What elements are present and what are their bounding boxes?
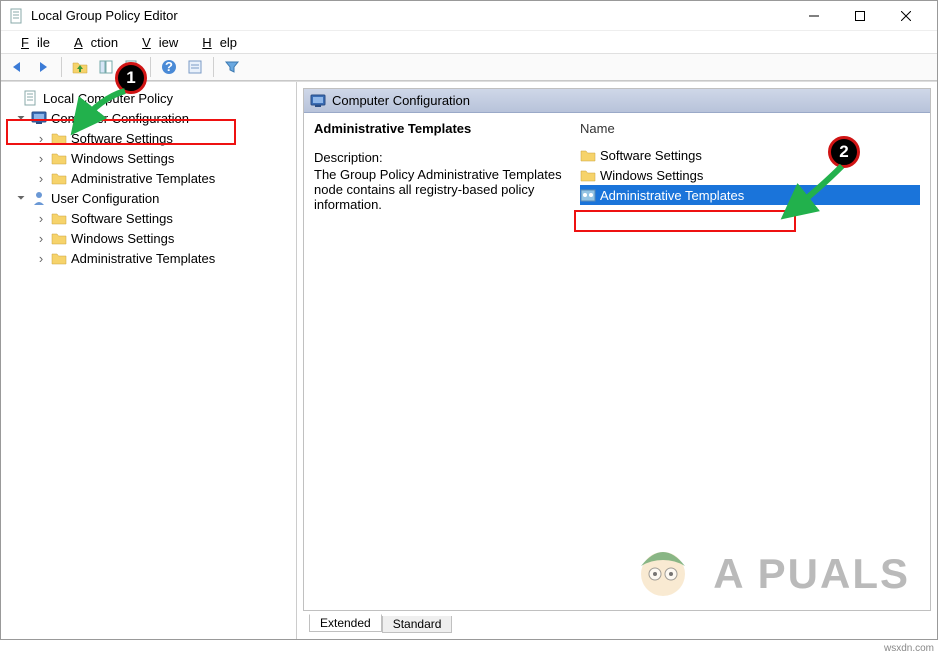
menu-action[interactable]: Action <box>58 33 126 52</box>
folder-icon <box>51 150 67 166</box>
folder-icon <box>51 210 67 226</box>
mascot-icon <box>628 534 698 604</box>
expand-icon[interactable] <box>35 211 47 226</box>
tree-cc-admin[interactable]: Administrative Templates <box>3 168 294 188</box>
svg-text:?: ? <box>165 59 173 74</box>
description-label: Description: <box>314 150 564 165</box>
tree-computer-configuration[interactable]: Computer Configuration <box>3 108 294 128</box>
monitor-icon <box>310 93 326 109</box>
filter-button[interactable] <box>220 56 244 78</box>
menubar: File Action View Help <box>1 31 937 53</box>
tree-uc-admin[interactable]: Administrative Templates <box>3 248 294 268</box>
tab-strip: Extended Standard <box>303 611 931 633</box>
tab-standard[interactable]: Standard <box>382 616 453 633</box>
list-item-admin-templates[interactable]: Administrative Templates <box>580 185 920 205</box>
properties-button[interactable] <box>183 56 207 78</box>
maximize-button[interactable] <box>837 1 883 31</box>
menu-view[interactable]: View <box>126 33 186 52</box>
folder-icon <box>51 170 67 186</box>
menu-help[interactable]: Help <box>186 33 245 52</box>
app-icon <box>9 8 25 24</box>
annotation-badge-2: 2 <box>828 136 860 168</box>
description-text: The Group Policy Administrative Template… <box>314 167 564 212</box>
tree-root[interactable]: Local Computer Policy <box>3 88 294 108</box>
window-title: Local Group Policy Editor <box>31 8 791 23</box>
titlebar[interactable]: Local Group Policy Editor <box>1 1 937 31</box>
tree-pane[interactable]: Local Computer Policy Computer Configura… <box>1 82 297 639</box>
expand-icon[interactable] <box>35 151 47 166</box>
expand-icon[interactable] <box>35 131 47 146</box>
watermark: A PUALS <box>713 550 910 598</box>
minimize-button[interactable] <box>791 1 837 31</box>
tree-cc-windows[interactable]: Windows Settings <box>3 148 294 168</box>
expand-icon[interactable] <box>35 251 47 266</box>
doc-icon <box>23 90 39 106</box>
expand-icon[interactable] <box>15 113 27 124</box>
list-item-software[interactable]: Software Settings <box>580 145 920 165</box>
menu-file[interactable]: File <box>5 33 58 52</box>
back-button[interactable] <box>5 56 29 78</box>
name-header[interactable]: Name <box>580 121 920 139</box>
description-column: Administrative Templates Description: Th… <box>314 121 564 602</box>
folder-icon <box>51 230 67 246</box>
forward-button[interactable] <box>31 56 55 78</box>
help-button[interactable]: ? <box>157 56 181 78</box>
monitor-icon <box>31 110 47 126</box>
folder-icon <box>580 167 596 183</box>
folder-icon <box>51 130 67 146</box>
expand-icon[interactable] <box>35 231 47 246</box>
expand-icon[interactable] <box>15 193 27 204</box>
up-button[interactable] <box>68 56 92 78</box>
annotation-badge-1: 1 <box>115 62 147 94</box>
tree-cc-software[interactable]: Software Settings <box>3 128 294 148</box>
name-column: Name Software Settings Windows Settings … <box>580 121 920 602</box>
source-credit: wsxdn.com <box>884 643 934 654</box>
folder-icon <box>580 147 596 163</box>
content-area: Local Computer Policy Computer Configura… <box>1 81 937 639</box>
tab-extended[interactable]: Extended <box>309 614 382 632</box>
admin-templates-icon <box>580 187 596 203</box>
user-icon <box>31 190 47 206</box>
list-item-windows[interactable]: Windows Settings <box>580 165 920 185</box>
tree-uc-software[interactable]: Software Settings <box>3 208 294 228</box>
folder-icon <box>51 250 67 266</box>
close-button[interactable] <box>883 1 929 31</box>
details-header: Computer Configuration <box>304 89 930 113</box>
tree-uc-windows[interactable]: Windows Settings <box>3 228 294 248</box>
expand-icon[interactable] <box>35 171 47 186</box>
section-title: Administrative Templates <box>314 121 564 136</box>
app-window: Local Group Policy Editor File Action Vi… <box>0 0 938 640</box>
tree-user-configuration[interactable]: User Configuration <box>3 188 294 208</box>
